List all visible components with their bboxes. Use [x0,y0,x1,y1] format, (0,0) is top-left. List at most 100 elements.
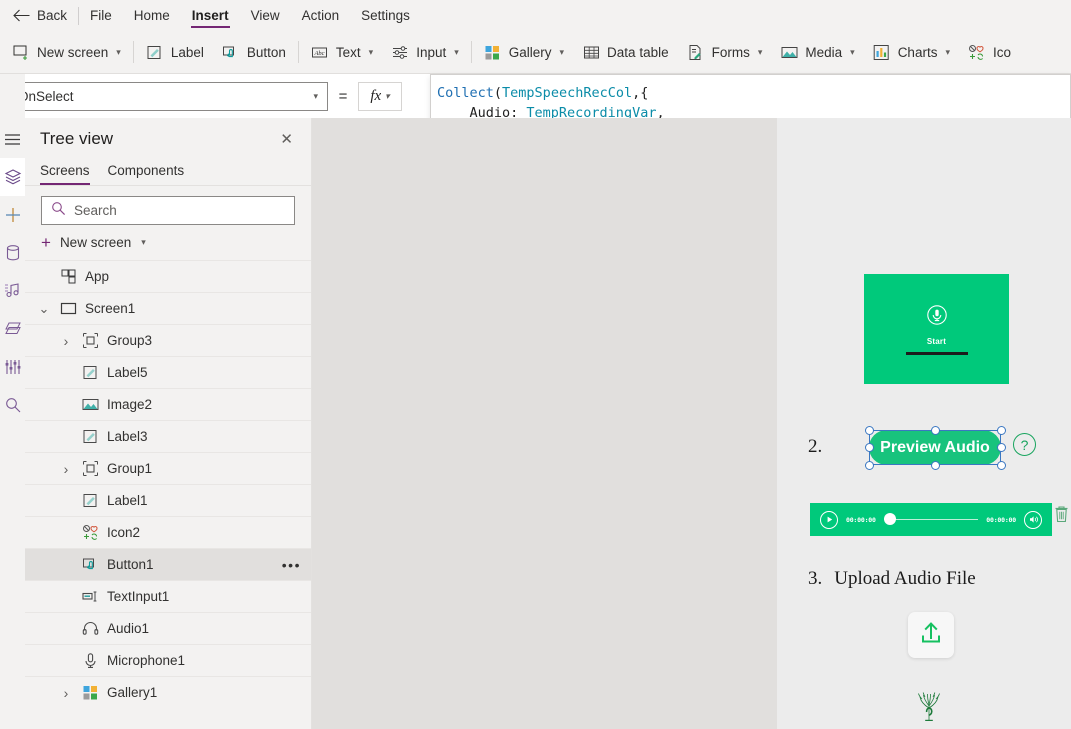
property-dropdown[interactable]: OnSelect ▾ [8,81,328,111]
tree-node-label1[interactable]: Label1 [25,484,311,516]
ribbon-data-table[interactable]: Data table [573,31,678,73]
ribbon-new-screen[interactable]: New screen ▾ [0,31,130,73]
tree-node-button1[interactable]: Button1 ••• [25,548,311,580]
resize-handle-s[interactable] [930,460,940,470]
tree-node-label: Label5 [107,365,148,380]
insert-ribbon: New screen ▾ Label Button Abc Text ▾ Inp… [0,31,1071,74]
new-screen-icon [12,43,30,61]
chevron-down-icon[interactable]: ⌄ [37,302,51,315]
menu-item-home[interactable]: Home [123,0,181,31]
step-2-number: 2. [808,436,823,457]
media-icon[interactable] [0,272,25,310]
tree-node-label3[interactable]: Label3 [25,420,311,452]
tree-node-textinput1[interactable]: TextInput1 [25,580,311,612]
chevron-down-icon: ▾ [559,46,565,57]
tree-node-microphone1[interactable]: Microphone1 [25,644,311,676]
property-dropdown-value: OnSelect [18,88,74,104]
charts-icon [873,43,891,61]
resize-handle-w[interactable] [864,443,874,452]
menu-item-settings[interactable]: Settings [350,0,421,31]
tree-node-label: Label1 [107,493,148,508]
fx-label: fx [370,87,382,104]
code-token: ( [493,85,503,101]
resize-handle-e[interactable] [996,443,1006,452]
ribbon-forms-label: Forms [711,44,750,60]
tree-node-label5[interactable]: Label5 [25,356,311,388]
upload-audio-button[interactable] [908,612,954,658]
insert-icon[interactable] [0,196,25,234]
menu-item-action[interactable]: Action [291,0,351,31]
audio-progress-track[interactable] [883,513,979,526]
tree-node-label: TextInput1 [107,589,170,604]
text-input-icon [81,588,99,606]
tree-node-label: Icon2 [107,525,141,540]
tree-node-label: Microphone1 [107,653,186,668]
gallery-icon [484,43,502,61]
chevron-right-icon[interactable]: › [59,685,73,701]
tree-node-audio1[interactable]: Audio1 [25,612,311,644]
chevron-right-icon[interactable]: › [59,461,73,477]
code-token: TempSpeechRecCol [502,85,633,101]
volume-icon[interactable] [1024,510,1042,529]
ribbon-divider-3 [470,41,472,63]
data-icon[interactable] [0,234,25,272]
back-button[interactable]: Back [0,0,78,31]
forms-icon [687,43,705,61]
resize-handle-ne[interactable] [996,425,1006,435]
delete-icon[interactable] [1054,505,1069,528]
fx-button[interactable]: fx ▾ [358,81,402,111]
ribbon-charts[interactable]: Charts ▾ [864,31,959,73]
label-icon [81,364,99,382]
screens-icon[interactable] [0,310,25,348]
ribbon-input[interactable]: Input ▾ [382,31,468,73]
audio-current-time: 00:00:00 [846,515,876,524]
more-options-icon[interactable]: ••• [282,558,301,572]
ribbon-button[interactable]: Button [213,31,295,73]
ribbon-icons[interactable]: Ico [959,31,1020,73]
audio-player[interactable]: 00:00:00 00:00:00 [810,503,1052,536]
help-icon[interactable]: ? [1013,433,1036,456]
preview-audio-selection: Preview Audio [863,424,1007,471]
step-3-heading: 3. Upload Audio File [808,568,976,590]
tab-screens[interactable]: Screens [40,160,90,185]
ribbon-media[interactable]: Media ▾ [771,31,863,73]
app-canvas: Start 2. Preview Audio ? 00:00:00 00:00:… [777,118,1071,729]
tree-view-icon[interactable] [0,158,25,196]
ribbon-forms[interactable]: Forms ▾ [678,31,772,73]
microphone-icon [926,304,948,331]
search-icon[interactable] [0,386,25,424]
chevron-right-icon[interactable]: › [59,333,73,349]
search-input[interactable] [74,203,285,218]
tree-node-gallery1[interactable]: › Gallery1 [25,676,311,708]
tree-node-group1[interactable]: › Group1 [25,452,311,484]
hamburger-menu-icon[interactable] [0,120,25,158]
menu-item-view[interactable]: View [240,0,291,31]
tree-node-label: Image2 [107,397,153,412]
resize-handle-nw[interactable] [864,425,874,435]
audio-progress-knob[interactable] [883,513,896,526]
ribbon-gallery-label: Gallery [508,44,552,60]
play-icon[interactable] [820,510,838,529]
tree-search-box[interactable] [41,196,295,225]
ribbon-new-screen-label: New screen [37,44,109,60]
ribbon-text[interactable]: Abc Text ▾ [302,31,382,73]
resize-handle-n[interactable] [930,425,940,435]
ribbon-gallery[interactable]: Gallery ▾ [475,31,573,73]
menu-item-insert[interactable]: Insert [181,0,240,31]
new-screen-button[interactable]: + New screen ▾ [25,225,311,260]
upload-icon [916,618,946,653]
tree-node-label: Group3 [107,333,153,348]
resize-handle-sw[interactable] [864,460,874,470]
tree-node-image2[interactable]: Image2 [25,388,311,420]
close-icon[interactable]: ✕ [276,128,297,151]
microphone-control[interactable]: Start [864,274,1009,384]
resize-handle-se[interactable] [996,460,1006,470]
tree-node-app[interactable]: App [25,260,311,292]
tab-components[interactable]: Components [108,160,185,185]
tree-node-icon2[interactable]: Icon2 [25,516,311,548]
tree-node-group3[interactable]: › Group3 [25,324,311,356]
variables-icon[interactable] [0,348,25,386]
menu-item-file[interactable]: File [79,0,123,31]
ribbon-label[interactable]: Label [137,31,213,73]
tree-node-screen1[interactable]: ⌄ Screen1 [25,292,311,324]
